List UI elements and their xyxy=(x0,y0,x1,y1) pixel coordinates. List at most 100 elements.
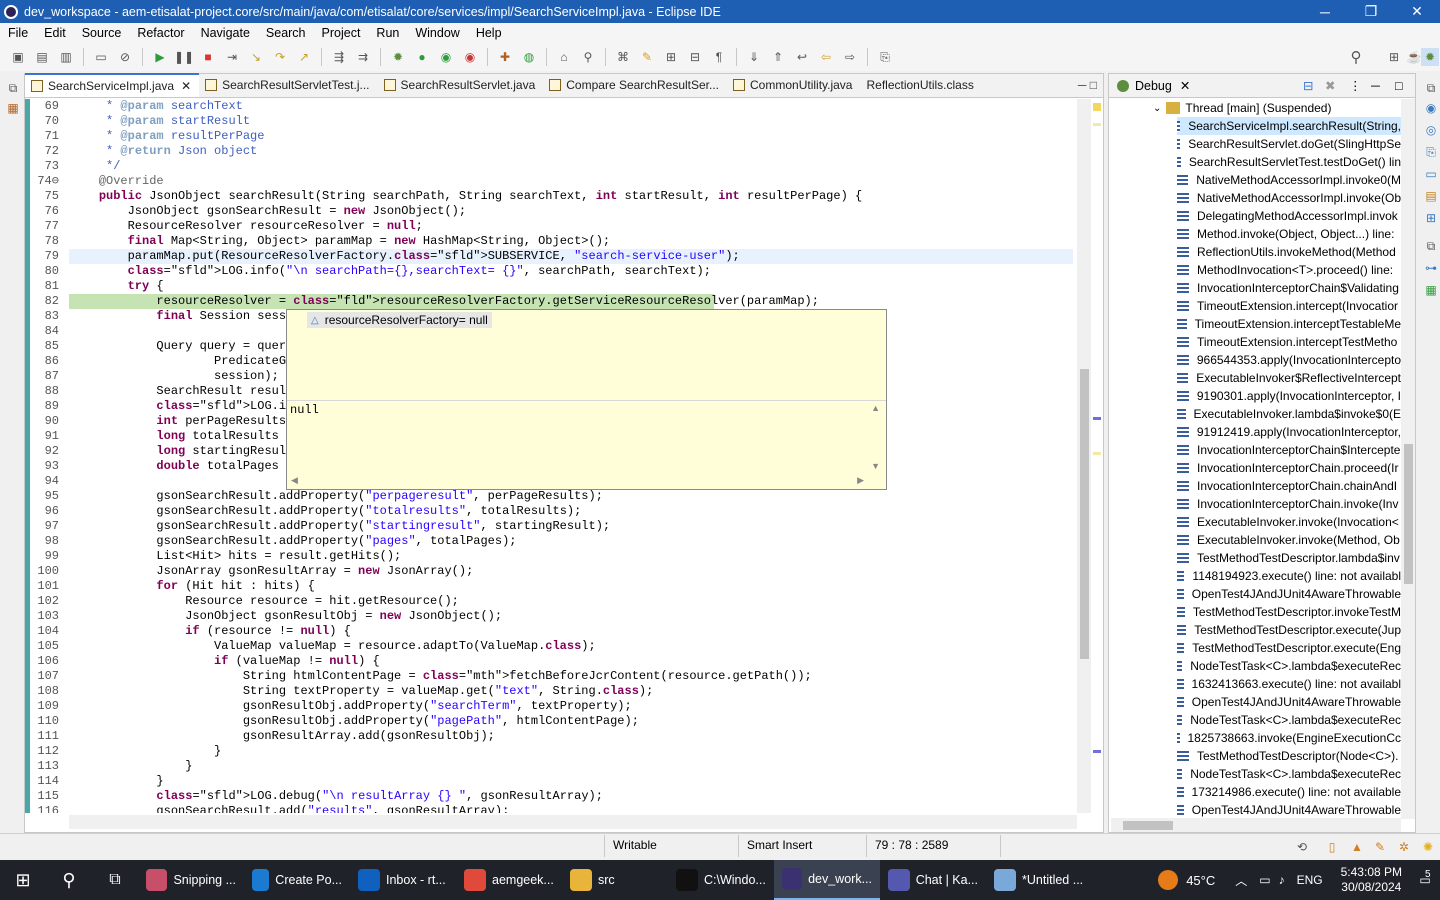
scroll-up-icon[interactable]: ▲ xyxy=(871,403,880,413)
code-line[interactable]: gsonSearchResult.add("results", gsonResu… xyxy=(70,804,509,813)
code-line[interactable]: gsonResultObj.addProperty("pagePath", ht… xyxy=(70,714,639,729)
step-return-icon[interactable]: ↗ xyxy=(295,48,313,66)
view-menu-icon[interactable]: ⋮ xyxy=(1349,78,1362,93)
stack-frame[interactable]: NodeTestTask<C>.lambda$executeRec xyxy=(1177,765,1401,783)
close-icon[interactable]: ✕ xyxy=(181,79,191,93)
open-perspective-icon[interactable]: ⊞ xyxy=(1385,48,1403,66)
search-icon[interactable]: ⚲ xyxy=(46,860,92,900)
code-line[interactable]: JsonObject gsonSearchResult = new JsonOb… xyxy=(70,204,466,219)
stack-frame[interactable]: OpenTest4JAndJUnit4AwareThrowable xyxy=(1177,585,1401,603)
coverage-icon[interactable]: ◉ xyxy=(437,48,455,66)
code-line[interactable]: long startingResult xyxy=(70,444,293,459)
stack-frame[interactable]: 91912419.apply(InvocationInterceptor, xyxy=(1177,423,1401,441)
windows-start-icon[interactable]: ⊞ xyxy=(0,860,46,900)
code-line[interactable]: class="sfld">LOG.debug("\n resultArray {… xyxy=(70,789,603,804)
stack-frame[interactable]: NodeTestTask<C>.lambda$executeRec xyxy=(1177,711,1401,729)
stack-frame[interactable]: SearchServiceImpl.searchResult(String, xyxy=(1177,117,1401,135)
stack-frame[interactable]: TestMethodTestDescriptor.lambda$inv xyxy=(1177,549,1401,567)
stack-frame[interactable]: ExecutableInvoker.invoke(Invocation< xyxy=(1177,513,1401,531)
code-line[interactable]: * @param startResult xyxy=(70,114,250,129)
code-line[interactable]: } xyxy=(70,744,221,759)
status-insert-mode[interactable]: Smart Insert xyxy=(747,838,812,852)
stack-frame[interactable]: TimeoutExtension.interceptTestableMe xyxy=(1177,315,1401,333)
taskbar-app[interactable]: Snipping ... xyxy=(138,860,244,900)
code-line[interactable]: double totalPages = xyxy=(70,459,293,474)
pen-icon[interactable]: ✎ xyxy=(1371,838,1389,856)
word-wrap-icon[interactable]: ⊟ xyxy=(686,48,704,66)
collapse-all-icon[interactable]: ⊟ xyxy=(1303,78,1313,93)
run-icon[interactable]: ● xyxy=(413,48,431,66)
debug-run-icon[interactable]: ✹ xyxy=(389,48,407,66)
close-button[interactable]: ✕ xyxy=(1394,0,1440,23)
stack-frame[interactable]: ExecutableInvoker.invoke(Method, Ob xyxy=(1177,531,1401,549)
code-line[interactable]: paramMap.put(ResourceResolverFactory.cla… xyxy=(70,249,740,264)
skip-breakpoints-icon[interactable]: ⊘ xyxy=(116,48,134,66)
next-annotation-icon[interactable]: ⇓ xyxy=(745,48,763,66)
menu-navigate[interactable]: Navigate xyxy=(193,26,258,40)
taskbar-app[interactable]: src xyxy=(562,860,668,900)
code-line[interactable]: Query query = query xyxy=(70,339,293,354)
code-line[interactable]: for (Hit hit : hits) { xyxy=(70,579,314,594)
tip-icon[interactable]: ✺ xyxy=(1419,838,1437,856)
code-line[interactable]: @Override xyxy=(70,174,164,189)
code-line[interactable]: JsonArray gsonResultArray = new JsonArra… xyxy=(70,564,473,579)
restore-icon[interactable]: ⧉ xyxy=(1422,79,1440,97)
package-explorer-icon[interactable]: ▦ xyxy=(4,99,22,117)
menu-project[interactable]: Project xyxy=(314,26,369,40)
stack-frame[interactable]: 9190301.apply(InvocationInterceptor, I xyxy=(1177,387,1401,405)
hover-detail-pane[interactable]: null ▲ ▼ ◀ ▶ xyxy=(287,400,886,489)
stack-frame[interactable]: InvocationInterceptorChain$Validating xyxy=(1177,279,1401,297)
menu-source[interactable]: Source xyxy=(74,26,130,40)
stack-frame[interactable]: MethodInvocation<T>.proceed() line: xyxy=(1177,261,1401,279)
debug-view-tab[interactable]: Debug ✕ ⊟ ✖ ⋮ ─ □ xyxy=(1109,74,1415,98)
editor-tab[interactable]: CommonUtility.java xyxy=(727,73,860,97)
step-over-icon[interactable]: ↷ xyxy=(271,48,289,66)
terminate-icon[interactable]: ■ xyxy=(199,48,217,66)
code-line[interactable]: class="sfld">LOG.info("\n searchPath={},… xyxy=(70,264,711,279)
new-icon[interactable]: ▣ xyxy=(9,48,27,66)
drop-to-frame-icon[interactable]: ⇶ xyxy=(330,48,348,66)
stack-frame[interactable]: ExecutableInvoker$ReflectiveIntercept xyxy=(1177,369,1401,387)
code-line[interactable]: if (valueMap != null) { xyxy=(70,654,380,669)
editor-tab[interactable]: ReflectionUtils.class xyxy=(860,73,981,97)
hierarchy-icon[interactable]: ⊶ xyxy=(1422,259,1440,277)
code-line[interactable]: * @param searchText xyxy=(70,99,243,114)
use-step-filters-icon[interactable]: ⇉ xyxy=(354,48,372,66)
taskbar-app[interactable]: Create Po... xyxy=(244,860,350,900)
taskbar-app[interactable]: aemgeek... xyxy=(456,860,562,900)
external-tools-icon[interactable]: ◉ xyxy=(461,48,479,66)
editor-tab[interactable]: SearchResultServletTest.j... xyxy=(199,73,377,97)
maximize-button[interactable]: ❐ xyxy=(1348,0,1394,23)
stack-frame[interactable]: 1632413663.execute() line: not availabl xyxy=(1177,675,1401,693)
notifications-icon[interactable]: ▭ 5 xyxy=(1410,869,1440,887)
stack-frame[interactable]: 966544353.apply(InvocationIntercepto xyxy=(1177,351,1401,369)
step-into-icon[interactable]: ↘ xyxy=(247,48,265,66)
occurrence-marker[interactable] xyxy=(1093,123,1101,126)
editor-horizontal-scrollbar[interactable] xyxy=(69,815,1077,829)
code-line[interactable]: gsonSearchResult.addProperty("pages", to… xyxy=(70,534,516,549)
minimize-maximize-icon[interactable]: ─ □ xyxy=(1078,78,1097,92)
disconnect-icon[interactable]: ⇥ xyxy=(223,48,241,66)
book-icon[interactable]: ▯ xyxy=(1323,838,1341,856)
block-selection-icon[interactable]: ⊞ xyxy=(662,48,680,66)
stack-frame[interactable]: DelegatingMethodAccessorImpl.invok xyxy=(1177,207,1401,225)
scrollbar-thumb[interactable] xyxy=(1080,369,1089,659)
minimize-button[interactable]: ─ xyxy=(1302,0,1348,23)
stack-frame[interactable]: TestMethodTestDescriptor.invokeTestM xyxy=(1177,603,1401,621)
code-line[interactable]: } xyxy=(70,759,192,774)
menu-window[interactable]: Window xyxy=(407,26,467,40)
clock[interactable]: 5:43:08 PM 30/08/2024 xyxy=(1333,865,1410,895)
save-all-icon[interactable]: ▥ xyxy=(57,48,75,66)
outline-icon[interactable]: ⊞ xyxy=(1422,209,1440,227)
scroll-right-icon[interactable]: ▶ xyxy=(857,475,864,486)
stack-frame[interactable]: InvocationInterceptorChain.chainAndI xyxy=(1177,477,1401,495)
code-line[interactable]: List<Hit> hits = result.getHits(); xyxy=(70,549,401,564)
variables-icon[interactable]: ◉ xyxy=(1422,99,1440,117)
stack-frame[interactable]: InvocationInterceptorChain$Intercepte xyxy=(1177,441,1401,459)
stack-frame[interactable]: ExecutableInvoker.lambda$invoke$0(E xyxy=(1177,405,1401,423)
maximize-view-icon[interactable]: □ xyxy=(1395,79,1403,93)
code-line[interactable]: resourceResolver = class="fld">resourceR… xyxy=(70,294,819,309)
stack-frame[interactable]: NativeMethodAccessorImpl.invoke0(M xyxy=(1177,171,1401,189)
hover-expression[interactable]: △ resourceResolverFactory= null xyxy=(307,312,492,328)
scroll-down-icon[interactable]: ▼ xyxy=(871,461,880,471)
